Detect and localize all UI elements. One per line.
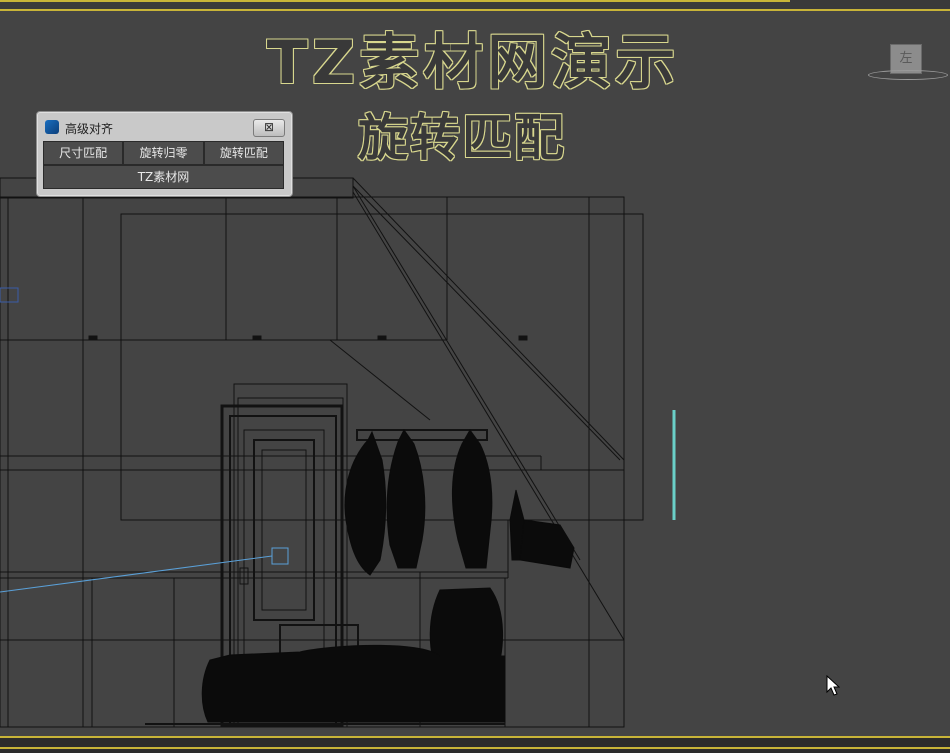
dialog-title: 高级对齐: [65, 122, 114, 136]
furniture-silhouettes: [201, 429, 575, 723]
banner-title: TZ素材网演示: [266, 28, 680, 98]
dialog-titlebar[interactable]: 高级对齐 ⊠: [37, 112, 292, 140]
viewport-left[interactable]: TZ素材网演示 旋转匹配 左 高级对齐 ⊠ 尺寸匹配 旋转归零 旋转匹配 TZ素…: [0, 0, 950, 753]
viewport-border-top: [0, 9, 950, 11]
app-logo-icon: [45, 120, 59, 134]
hanging-coat-3: [451, 429, 493, 569]
viewport-border-bottom-2: [0, 747, 950, 749]
viewcube[interactable]: 左: [866, 42, 950, 82]
dialog-button-row: 尺寸匹配 旋转归零 旋转匹配: [43, 141, 284, 165]
advanced-align-dialog[interactable]: 高级对齐 ⊠ 尺寸匹配 旋转归零 旋转匹配 TZ素材网: [36, 111, 293, 197]
tz-site-button[interactable]: TZ素材网: [43, 165, 284, 189]
close-icon[interactable]: ⊠: [253, 119, 285, 137]
bag: [519, 519, 575, 569]
mouse-pointer-icon: [826, 675, 840, 696]
viewport-border-bottom-dark: [0, 738, 950, 753]
viewport-border-top-inner: [0, 0, 790, 2]
viewcube-compass-ring[interactable]: [868, 70, 948, 80]
bed-sofa: [201, 644, 506, 723]
size-match-button[interactable]: 尺寸匹配: [43, 141, 124, 165]
rotation-match-button[interactable]: 旋转匹配: [203, 141, 284, 165]
room-wireframe: [0, 177, 644, 728]
hanging-coat-2: [386, 429, 426, 569]
rotation-reset-button[interactable]: 旋转归零: [123, 141, 204, 165]
hanging-coat-1: [344, 430, 387, 576]
